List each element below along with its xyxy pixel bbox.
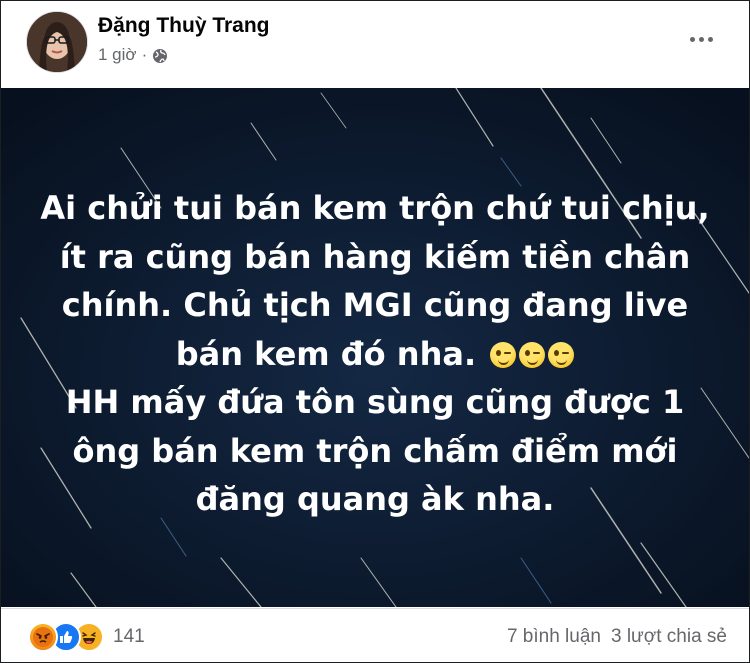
post-meta: 1 giờ · (98, 45, 168, 65)
reaction-count: 141 (113, 626, 145, 647)
post-image[interactable]: Ai chửi tui bán kem trộn chứ tui chịu, í… (1, 88, 749, 607)
post-image-text: Ai chửi tui bán kem trộn chứ tui chịu, í… (31, 184, 719, 524)
wink-emoji-icon (519, 341, 546, 368)
author-avatar[interactable] (26, 11, 88, 73)
author-name[interactable]: Đặng Thuỳ Trang (98, 14, 270, 38)
avatar-photo-icon (27, 12, 87, 72)
text-line: chính. Chủ tịch MGI cũng đang live (61, 286, 689, 324)
facebook-post: Đặng Thuỳ Trang 1 giờ · Ai chửi tui bán … (0, 0, 750, 663)
shares-count-link[interactable]: 3 lượt chia sẻ (611, 626, 727, 648)
text-line: Ai chửi tui bán kem trộn chứ tui chịu, (40, 189, 710, 227)
text-line: ông bán kem trộn chấm điểm mới (72, 431, 678, 470)
post-footer: 141 7 bình luận 3 lượt chia sẻ (1, 608, 749, 663)
text-line-with-emoji: bán kem đó nha. (31, 330, 719, 379)
text-line: đăng quang àk nha. (195, 480, 555, 518)
wink-emoji-icon (490, 341, 517, 368)
angry-icon (28, 622, 58, 652)
text-line: ít ra cũng bán hàng kiếm tiền chân (59, 237, 691, 276)
post-time[interactable]: 1 giờ (98, 45, 137, 65)
text-line: HH mấy đứa tôn sùng cũng được 1 (65, 383, 685, 421)
reactions-summary[interactable]: 141 (28, 622, 145, 652)
more-options-icon[interactable] (681, 23, 721, 55)
wink-emoji-icon (548, 341, 575, 368)
post-header: Đặng Thuỳ Trang 1 giờ · (1, 1, 749, 87)
globe-icon[interactable] (152, 48, 168, 64)
text-line: bán kem đó nha. (175, 334, 477, 373)
engagement-stats: 7 bình luận 3 lượt chia sẻ (507, 626, 727, 648)
meta-separator: · (141, 45, 148, 64)
comments-count-link[interactable]: 7 bình luận (507, 626, 601, 648)
